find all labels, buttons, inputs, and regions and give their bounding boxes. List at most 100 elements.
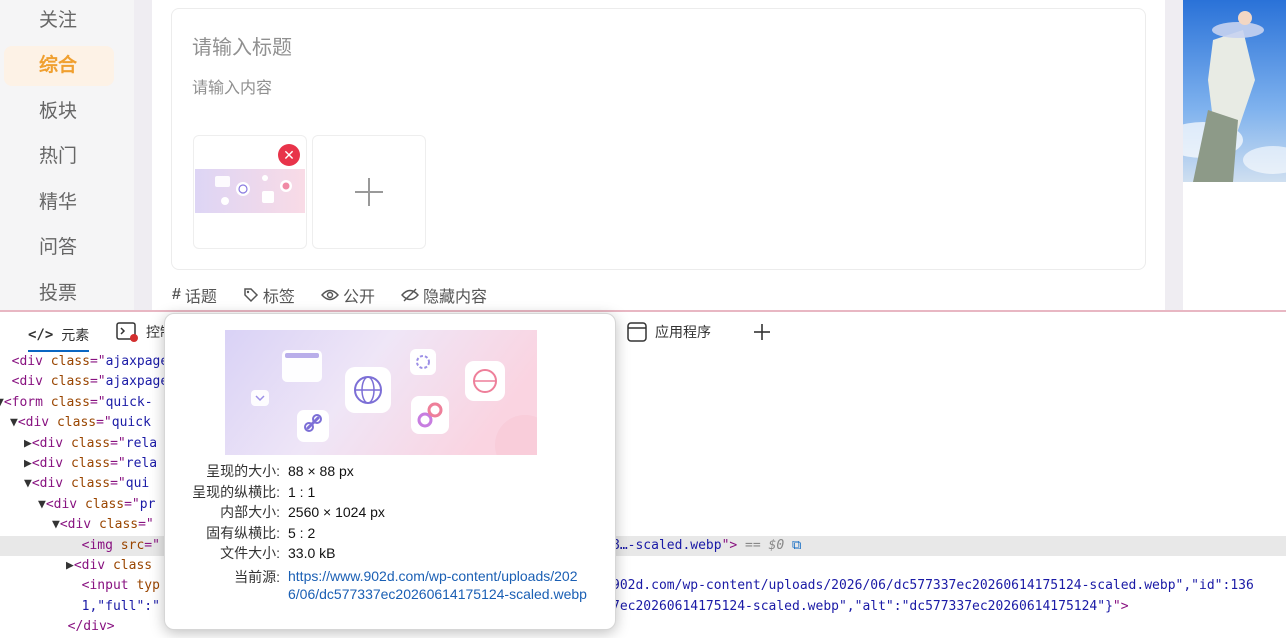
code-token: <div	[31, 476, 71, 492]
expand-arrow-icon[interactable]: ▼	[24, 476, 32, 491]
code-token: src	[120, 537, 145, 553]
code-token: class	[50, 394, 90, 410]
hidden-content-label: 隐藏内容	[422, 289, 487, 306]
code-token: ="	[110, 456, 126, 471]
code-token: <div	[73, 558, 113, 573]
code-token: ="	[89, 374, 106, 390]
image-info-tooltip: 呈现的大小: 88 × 88 px 呈现的纵横比: 1 : 1 内部大小: 2560 × …	[164, 313, 616, 630]
info-label: 内部大小:	[220, 504, 280, 520]
info-label: 固有纵横比:	[206, 525, 280, 541]
info-label: 呈现的纵横比:	[192, 484, 280, 500]
code-token: ="	[124, 496, 140, 512]
sidebar-item[interactable]: 问答	[4, 228, 114, 268]
code-token: <div	[17, 415, 57, 431]
sidebar-item[interactable]: 板块	[4, 92, 114, 132]
collapse-arrow-icon[interactable]: ▶	[24, 456, 32, 471]
tag-label: 标签	[262, 289, 295, 306]
code-token: <input	[81, 578, 137, 594]
code-token: typ	[136, 578, 160, 594]
code-token: class	[50, 354, 90, 369]
code-token: 8…-scaled.webp	[612, 537, 722, 553]
code-token: ="	[110, 435, 126, 451]
code-token: rela	[125, 456, 158, 471]
add-image-button[interactable]	[312, 135, 426, 249]
code-token: qui	[125, 476, 150, 492]
code-token: <div	[31, 435, 71, 451]
post-editor: 请输入标题 请输入内容 ✕	[171, 8, 1146, 270]
expand-arrow-icon[interactable]: ▼	[10, 415, 18, 430]
code-token: class	[98, 517, 139, 533]
code-token: ="	[110, 476, 126, 492]
banner-image[interactable]	[1183, 0, 1286, 182]
code-token: <form	[3, 394, 51, 410]
code-token: class	[112, 558, 153, 573]
code-token: <div	[11, 354, 51, 369]
collapse-arrow-icon[interactable]: ▶	[66, 558, 74, 573]
info-value: 88 × 88 px	[288, 463, 354, 479]
code-token: pr	[139, 496, 156, 512]
sidebar-item[interactable]: 综合	[4, 46, 114, 86]
delete-image-button[interactable]: ✕	[278, 144, 300, 166]
sidebar-item[interactable]: 精华	[4, 183, 114, 223]
right-panel	[1183, 182, 1286, 310]
code-token: </div>	[67, 619, 115, 635]
code-token: ">	[1112, 598, 1129, 614]
code-token: <div	[45, 496, 85, 512]
tab-elements-label: 元素	[61, 327, 90, 343]
main-content: 请输入标题 请输入内容 ✕ # 话题 标签 公开 隐藏内容	[152, 0, 1165, 310]
code-token: ","id":136	[1175, 578, 1254, 594]
source-url-link[interactable]: https://www.902d.com/wp-content/uploads/…	[288, 567, 588, 603]
code-token: ="	[138, 517, 154, 533]
sidebar-item[interactable]: 热门	[4, 137, 114, 177]
add-tab-button[interactable]	[752, 320, 772, 344]
tag-icon	[244, 288, 258, 303]
code-token: 1,"full":"	[81, 598, 160, 614]
sidebar-item[interactable]: 投票	[4, 274, 114, 310]
code-token: <img	[81, 537, 121, 553]
topic-button[interactable]: # 话题	[172, 284, 217, 306]
console-icon	[116, 322, 138, 342]
info-value: 33.0 kB	[288, 545, 336, 561]
plus-icon	[355, 178, 383, 206]
code-token: ">	[721, 537, 738, 553]
copy-icon[interactable]: ⧉	[784, 538, 801, 553]
application-icon	[627, 322, 647, 342]
collapse-arrow-icon[interactable]: ▶	[24, 436, 32, 451]
public-label: 公开	[342, 289, 375, 306]
eye-icon	[321, 289, 339, 301]
code-token: class	[70, 435, 111, 451]
code-token: rela	[125, 435, 158, 451]
code-token: 7ec20260614175124-scaled.webp","alt":"dc…	[612, 598, 1113, 614]
tab-elements[interactable]: </> 元素	[28, 320, 90, 352]
code-token: ="	[144, 537, 160, 553]
code-icon: </>	[28, 327, 54, 343]
code-token: class	[56, 415, 97, 431]
code-token: ="	[89, 354, 106, 369]
category-sidebar: 关注综合板块热门精华问答投票	[0, 0, 134, 310]
code-token: ="	[96, 415, 112, 431]
topic-label: 话题	[184, 289, 217, 306]
code-token: class	[70, 456, 111, 471]
expand-arrow-icon[interactable]: ▼	[38, 497, 46, 512]
hidden-content-button[interactable]: 隐藏内容	[401, 284, 487, 306]
sidebar-item[interactable]: 关注	[4, 1, 114, 41]
hash-icon: #	[172, 286, 181, 303]
editor-toolbar: # 话题 标签 公开 隐藏内容	[172, 284, 487, 306]
code-token: 902d.com/wp-content/uploads/2026/06/dc57…	[612, 578, 1176, 594]
tag-button[interactable]: 标签	[243, 284, 295, 306]
content-input[interactable]: 请输入内容	[192, 74, 272, 98]
code-token: <div	[31, 456, 71, 471]
code-token: class	[70, 476, 111, 492]
code-token: class	[50, 374, 90, 390]
public-button[interactable]: 公开	[321, 284, 375, 306]
eye-off-icon	[401, 288, 419, 302]
code-token: quick-	[105, 394, 153, 410]
info-value: 5 : 2	[288, 525, 316, 541]
tab-application[interactable]: 应用程序	[627, 320, 711, 344]
expand-arrow-icon[interactable]: ▼	[52, 517, 60, 532]
info-label: 呈现的大小:	[206, 463, 280, 479]
uploaded-image-thumb[interactable]: ✕	[193, 135, 307, 249]
code-token: ="	[89, 394, 106, 410]
info-value: 1 : 1	[288, 484, 316, 500]
title-input[interactable]: 请输入标题	[192, 31, 292, 60]
